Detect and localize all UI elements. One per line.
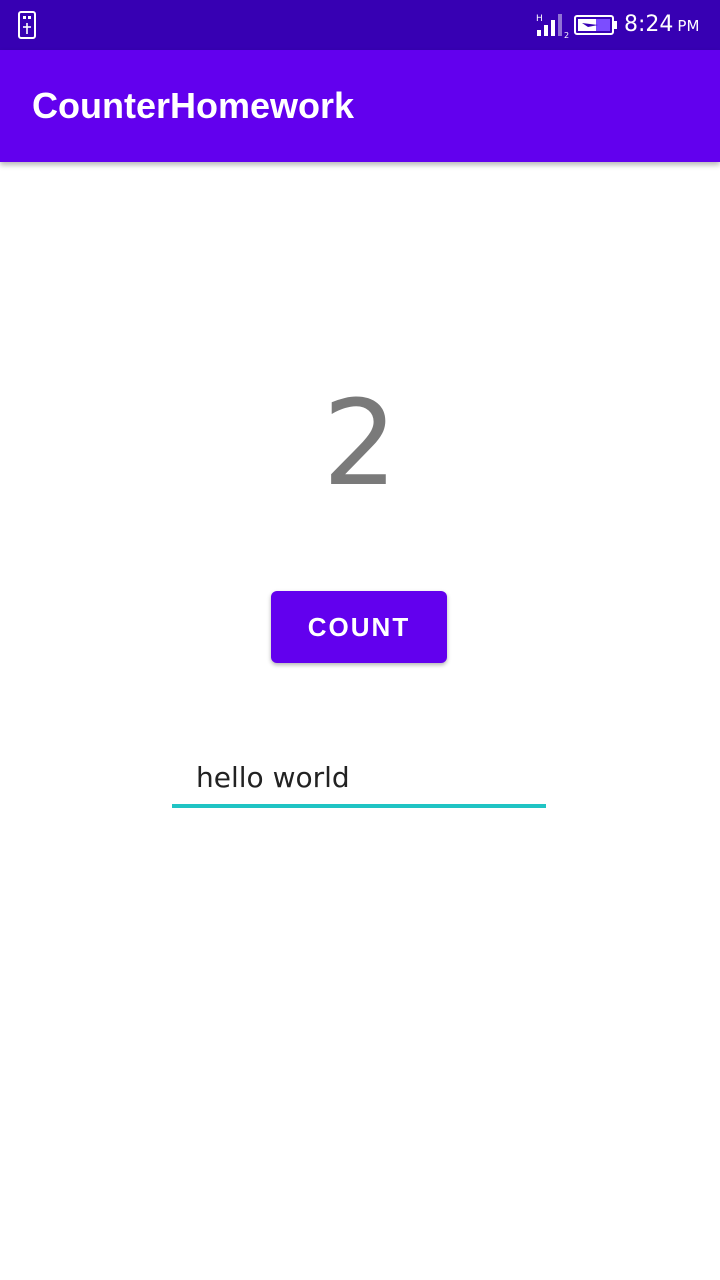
battery-icon (574, 15, 617, 35)
clock-time: 8:24 (624, 12, 674, 37)
signal-icon: H 2 (536, 14, 569, 40)
text-field[interactable] (172, 752, 546, 808)
app-title: CounterHomework (32, 85, 355, 126)
status-bar: H 2 8:24 PM (0, 0, 720, 50)
clock-ampm: PM (677, 17, 700, 35)
text-field-underline (172, 804, 546, 808)
count-button[interactable]: COUNT (271, 591, 447, 663)
app-bar: CounterHomework (0, 50, 720, 162)
status-clock: 8:24 PM (624, 10, 699, 40)
svg-text:H: H (536, 14, 543, 24)
svg-text:2: 2 (564, 31, 569, 40)
text-input[interactable] (172, 752, 546, 802)
usb-icon (18, 11, 36, 39)
counter-display: 2 (322, 374, 398, 512)
